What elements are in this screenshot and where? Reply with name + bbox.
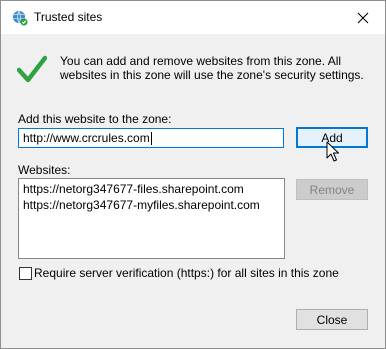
dialog-title: Trusted sites	[34, 10, 103, 24]
dialog-body: You can add and remove websites from thi…	[1, 34, 385, 348]
websites-list[interactable]: https://netorg347677-files.sharepoint.co…	[18, 178, 285, 259]
remove-button[interactable]: Remove	[296, 179, 368, 200]
website-url-input[interactable]: http://www.crcrules.com	[18, 128, 284, 148]
websites-label: Websites:	[18, 163, 71, 177]
server-verification-checkbox[interactable]	[19, 267, 32, 280]
text-caret	[150, 132, 152, 146]
add-button[interactable]: Add	[296, 127, 368, 148]
zone-info-text: You can add and remove websites from thi…	[60, 54, 364, 82]
list-item[interactable]: https://netorg347677-myfiles.sharepoint.…	[23, 197, 280, 213]
list-item[interactable]: https://netorg347677-files.sharepoint.co…	[23, 181, 280, 197]
title-bar[interactable]: Trusted sites	[1, 1, 385, 34]
trusted-sites-dialog: Trusted sites You can add and remove web…	[0, 0, 386, 349]
website-url-value: http://www.crcrules.com	[23, 131, 150, 145]
close-icon[interactable]	[341, 1, 385, 34]
globe-check-icon	[12, 10, 28, 26]
server-verification-label[interactable]: Require server verification (https:) for…	[34, 266, 339, 280]
add-website-label: Add this website to the zone:	[18, 112, 172, 126]
checkmark-icon	[16, 54, 48, 84]
close-button[interactable]: Close	[296, 309, 368, 330]
